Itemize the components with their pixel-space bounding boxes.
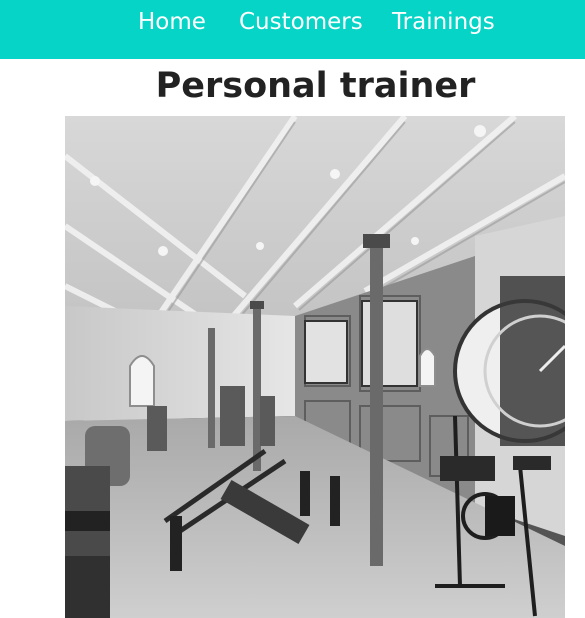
nav-link-trainings[interactable]: Trainings	[392, 8, 495, 36]
gym-photo-illustration	[65, 116, 565, 618]
top-navbar: Home Customers Trainings	[0, 0, 585, 59]
page-title: Personal trainer	[155, 66, 476, 106]
gym-photo	[65, 116, 565, 618]
nav-link-customers[interactable]: Customers	[239, 8, 363, 36]
nav-link-home[interactable]: Home	[138, 8, 206, 36]
